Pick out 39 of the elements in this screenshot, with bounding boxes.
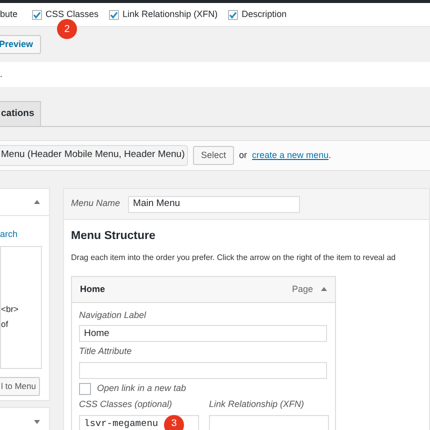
- create-menu-link[interactable]: create a new menu: [252, 148, 329, 162]
- text-field[interactable]: [79, 362, 327, 379]
- checkbox[interactable]: [108, 10, 119, 20]
- select-button[interactable]: Select: [193, 146, 234, 166]
- option-label: bute: [0, 8, 18, 21]
- or-text: or: [239, 148, 248, 162]
- field-label: Link Relationship (XFN): [209, 398, 306, 412]
- menu-name-field[interactable]: Main Menu: [128, 196, 300, 212]
- field-label: Navigation Label: [79, 308, 148, 322]
- field-label: CSS Classes (optional): [79, 398, 174, 412]
- instructions-text: Drag each item into the order you prefer. Click the arrow on the right of the item to reveal ad: [71, 252, 397, 264]
- collapse-arrow-icon[interactable]: [321, 287, 327, 292]
- menu-name-label: Menu Name: [71, 197, 120, 210]
- menu-item-title: Home: [80, 282, 106, 296]
- checkbox-label: Open link in a new tab: [97, 382, 186, 395]
- notice-text: .: [0, 68, 3, 81]
- section-heading: Menu Structure: [71, 230, 156, 244]
- item-text: <br>: [1, 302, 20, 316]
- add-to-menu-button[interactable]: l to Menu: [0, 376, 40, 396]
- menu-select[interactable]: Menu (Header Mobile Menu, Header Menu): [0, 145, 188, 166]
- search-link[interactable]: arch: [0, 229, 18, 239]
- checkbox[interactable]: [79, 382, 91, 395]
- text-field[interactable]: [209, 414, 329, 430]
- item-text: of: [1, 318, 10, 330]
- period-text: .: [328, 148, 332, 162]
- option-label: Description: [242, 8, 287, 21]
- text-field[interactable]: lsvr-megamenu 3: [79, 414, 199, 430]
- callout-badge: 2: [57, 19, 77, 39]
- checkbox[interactable]: [32, 10, 42, 20]
- callout-badge: 3: [164, 414, 184, 430]
- checkbox[interactable]: [228, 10, 238, 20]
- option-label: CSS Classes: [46, 8, 99, 21]
- item-type-label: Page: [292, 282, 313, 296]
- expand-arrow-icon[interactable]: [34, 420, 40, 424]
- option-label: Link Relationship (XFN): [122, 8, 218, 21]
- collapse-arrow-icon[interactable]: [34, 200, 40, 204]
- field-label: Title Attribute: [79, 345, 133, 358]
- text-field[interactable]: Home: [79, 325, 327, 342]
- nav-tab[interactable]: cations: [0, 100, 42, 126]
